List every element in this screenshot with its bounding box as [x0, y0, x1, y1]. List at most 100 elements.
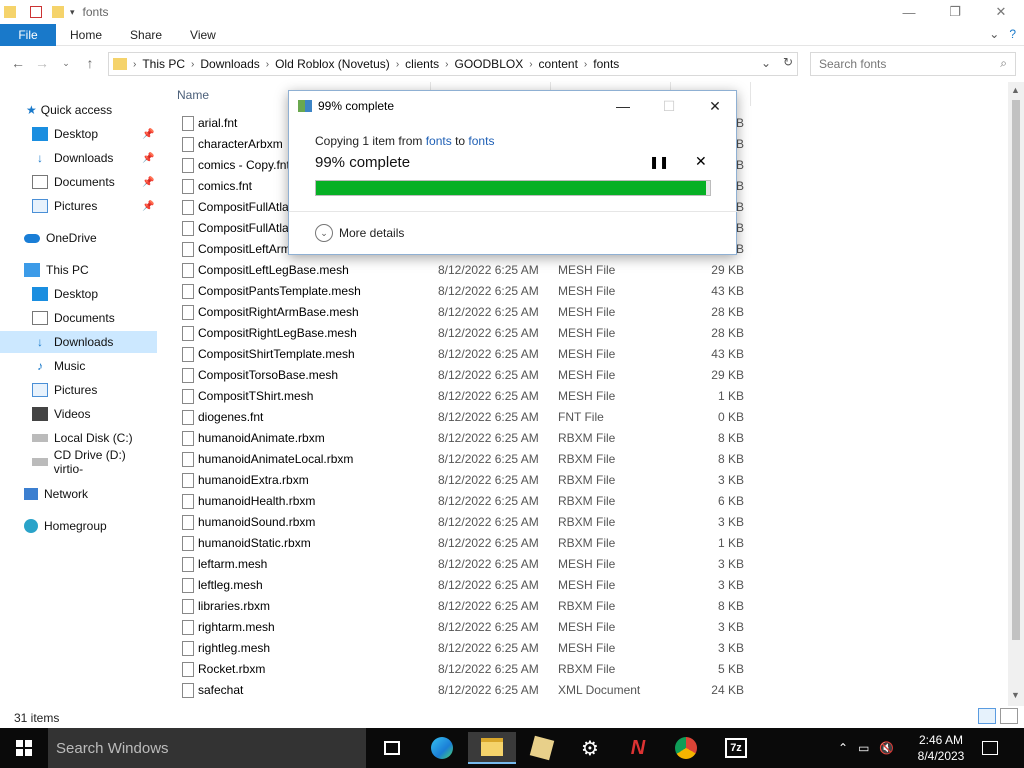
search-box[interactable]: Search fonts ⌕	[810, 52, 1016, 76]
sidebar-item-pictures-pc[interactable]: Pictures	[0, 379, 157, 401]
file-row[interactable]: CompositShirtTemplate.mesh 8/12/2022 6:25…	[170, 344, 770, 365]
sidebar-item-local-disk[interactable]: Local Disk (C:)	[0, 427, 157, 449]
column-header-name[interactable]: Name	[177, 88, 209, 102]
pin-icon[interactable]: 📌	[142, 153, 154, 164]
file-row[interactable]: libraries.rbxm 8/12/2022 6:25 AM RBXM File…	[170, 596, 770, 617]
breadcrumb-fonts[interactable]: fonts	[587, 57, 625, 71]
breadcrumb-goodblox[interactable]: GOODBLOX	[449, 57, 530, 71]
help-icon[interactable]: ?	[1009, 27, 1016, 41]
breadcrumb-this-pc[interactable]: This PC	[136, 57, 191, 71]
properties-icon[interactable]	[30, 6, 42, 18]
cancel-icon[interactable]: ✕	[695, 153, 707, 170]
source-link[interactable]: fonts	[426, 134, 452, 148]
tab-view[interactable]: View	[176, 28, 230, 42]
sidebar-item-onedrive[interactable]: OneDrive	[0, 227, 157, 249]
large-icons-view-button[interactable]	[1000, 708, 1018, 724]
sidebar-item-network[interactable]: Network	[0, 483, 157, 505]
start-button[interactable]	[0, 728, 48, 768]
roblox-icon[interactable]	[518, 732, 566, 764]
sidebar-item-cd-drive[interactable]: CD Drive (D:) virtio-	[0, 448, 157, 476]
pin-icon[interactable]: 📌	[142, 177, 154, 188]
file-row[interactable]: CompositLeftLegBase.mesh 8/12/2022 6:25 A…	[170, 260, 770, 281]
sidebar-item-desktop-pc[interactable]: Desktop	[0, 283, 157, 305]
back-arrow-icon[interactable]: ←	[6, 55, 30, 71]
file-row[interactable]: CompositTShirt.mesh 8/12/2022 6:25 AM MESH…	[170, 386, 770, 407]
breadcrumb-clients[interactable]: clients	[399, 57, 445, 71]
search-input[interactable]: Search fonts	[819, 57, 886, 71]
minimize-button[interactable]: —	[886, 0, 932, 24]
pause-icon[interactable]: ❚❚	[649, 155, 669, 169]
sidebar-item-quick-access[interactable]: ★ Quick access	[0, 99, 157, 121]
scroll-up-icon[interactable]: ▲	[1011, 85, 1020, 95]
address-dropdown-icon[interactable]: ⌄	[761, 56, 771, 70]
breadcrumb-old-roblox[interactable]: Old Roblox (Novetus)	[269, 57, 396, 71]
file-row[interactable]: diogenes.fnt 8/12/2022 6:25 AM FNT File 0 K…	[170, 407, 770, 428]
file-row[interactable]: CompositPantsTemplate.mesh 8/12/2022 6:25…	[170, 281, 770, 302]
dialog-close-button[interactable]: ✕	[692, 91, 738, 121]
scrollbar-thumb[interactable]	[1012, 100, 1020, 640]
pin-icon[interactable]: 📌	[142, 129, 154, 140]
dialog-title-bar[interactable]: 99% complete — ☐ ✕	[289, 91, 738, 121]
network-status-icon[interactable]: ▭	[858, 741, 869, 755]
sidebar-item-downloads-pc[interactable]: ↓ Downloads	[0, 331, 157, 353]
sidebar-item-this-pc[interactable]: This PC	[0, 259, 157, 281]
volume-muted-icon[interactable]: 🔇	[879, 741, 894, 755]
file-row[interactable]: humanoidHealth.rbxm 8/12/2022 6:25 AM RBXM…	[170, 491, 770, 512]
tab-home[interactable]: Home	[56, 28, 116, 42]
file-row[interactable]: humanoidExtra.rbxm 8/12/2022 6:25 AM RBXM …	[170, 470, 770, 491]
file-row[interactable]: CompositRightArmBase.mesh 8/12/2022 6:25 …	[170, 302, 770, 323]
details-view-button[interactable]	[978, 708, 996, 724]
clock[interactable]: 2:46 AM 8/4/2023	[906, 732, 976, 764]
sidebar-item-homegroup[interactable]: Homegroup	[0, 515, 157, 537]
sidebar-item-pictures[interactable]: Pictures 📌	[0, 195, 157, 217]
edge-icon[interactable]	[418, 732, 466, 764]
settings-icon[interactable]: ⚙	[566, 732, 614, 764]
vertical-scrollbar[interactable]: ▲ ▼	[1008, 82, 1024, 706]
sidebar-item-downloads[interactable]: ↓ Downloads 📌	[0, 147, 157, 169]
7zip-icon[interactable]: 7z	[712, 732, 760, 764]
file-row[interactable]: humanoidStatic.rbxm 8/12/2022 6:25 AM RBXM…	[170, 533, 770, 554]
sidebar-item-desktop[interactable]: Desktop 📌	[0, 123, 157, 145]
address-bar[interactable]: › This PC › Downloads › Old Roblox (Nove…	[108, 52, 798, 76]
customize-qat-icon[interactable]: ▾	[70, 7, 75, 18]
tab-share[interactable]: Share	[116, 28, 176, 42]
file-row[interactable]: Rocket.rbxm 8/12/2022 6:25 AM RBXM File 5 K…	[170, 659, 770, 680]
sidebar-item-documents-pc[interactable]: Documents	[0, 307, 157, 329]
dialog-minimize-button[interactable]: —	[600, 91, 646, 121]
pin-icon[interactable]: 📌	[142, 201, 154, 212]
sidebar-item-videos[interactable]: Videos	[0, 403, 157, 425]
file-row[interactable]: CompositRightLegBase.mesh 8/12/2022 6:25 …	[170, 323, 770, 344]
file-row[interactable]: leftleg.mesh 8/12/2022 6:25 AM MESH File 3 …	[170, 575, 770, 596]
file-row[interactable]: CompositTorsoBase.mesh 8/12/2022 6:25 AM M…	[170, 365, 770, 386]
more-details-button[interactable]: ⌄ More details	[315, 224, 404, 242]
novetus-icon[interactable]: N	[614, 732, 662, 764]
scroll-down-icon[interactable]: ▼	[1011, 690, 1020, 700]
taskbar-search[interactable]: Search Windows	[48, 728, 366, 768]
file-row[interactable]: humanoidSound.rbxm 8/12/2022 6:25 AM RBXM …	[170, 512, 770, 533]
file-row[interactable]: humanoidAnimateLocal.rbxm 8/12/2022 6:25 …	[170, 449, 770, 470]
refresh-icon[interactable]: ↻	[783, 55, 793, 69]
chrome-icon[interactable]	[662, 732, 710, 764]
task-view-icon[interactable]	[368, 732, 416, 764]
column-divider[interactable]	[750, 82, 751, 106]
tab-file[interactable]: File	[0, 23, 56, 46]
file-explorer-icon[interactable]	[468, 732, 516, 764]
expand-ribbon-icon[interactable]: ⌄	[989, 27, 999, 41]
sidebar-item-music[interactable]: ♪ Music	[0, 355, 157, 377]
file-row[interactable]: humanoidAnimate.rbxm 8/12/2022 6:25 AM RBX…	[170, 428, 770, 449]
breadcrumb-downloads[interactable]: Downloads	[194, 57, 265, 71]
breadcrumb-content[interactable]: content	[533, 57, 584, 71]
notification-icon[interactable]	[978, 736, 1002, 760]
maximize-button[interactable]: ❐	[932, 0, 978, 24]
new-folder-icon[interactable]	[52, 6, 64, 18]
file-row[interactable]: leftarm.mesh 8/12/2022 6:25 AM MESH File 3 …	[170, 554, 770, 575]
close-button[interactable]: ✕	[978, 0, 1024, 24]
up-arrow-icon[interactable]: ↑	[78, 55, 102, 71]
file-row[interactable]: rightarm.mesh 8/12/2022 6:25 AM MESH File 3…	[170, 617, 770, 638]
chevron-up-icon[interactable]: ⌃	[838, 741, 848, 755]
file-row[interactable]: safechat 8/12/2022 6:25 AM XML Document 24 …	[170, 680, 770, 701]
sidebar-item-documents[interactable]: Documents 📌	[0, 171, 157, 193]
forward-arrow-icon[interactable]: →	[30, 55, 54, 71]
recent-locations-icon[interactable]: ⌄	[54, 58, 78, 69]
destination-link[interactable]: fonts	[468, 134, 494, 148]
